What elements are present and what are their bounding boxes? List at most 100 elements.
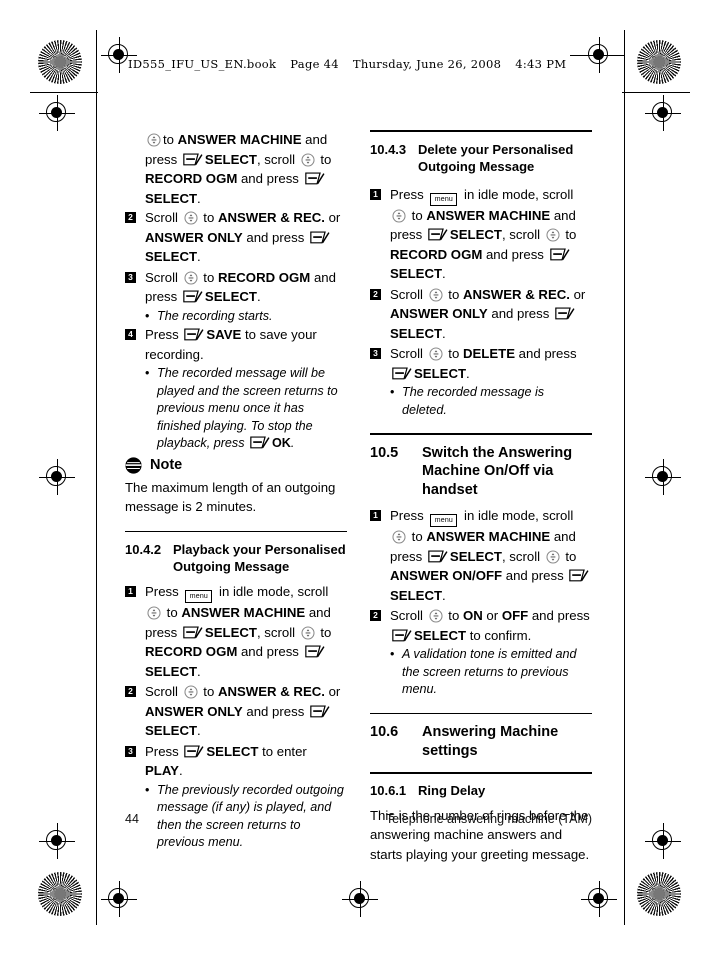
step-text: to	[316, 151, 332, 167]
heading-number: 10.4.3	[370, 141, 407, 157]
step-text: and press	[482, 246, 548, 262]
step-text: Scroll	[145, 210, 182, 225]
step-text: or	[324, 684, 341, 700]
step-text: and press	[242, 229, 308, 245]
step-text: .	[466, 365, 470, 381]
step-text: to	[316, 624, 332, 640]
step-body: Scroll to ON or OFF and press SELECT to …	[390, 606, 592, 645]
step-number-badge: 2	[370, 288, 381, 300]
emphasised-term: ON	[462, 608, 483, 624]
scroll-key-icon	[184, 211, 198, 225]
bullet-dot: •	[390, 647, 395, 662]
scroll-key-icon	[147, 606, 161, 620]
heading-10-5: 10.5 Switch the Answering Machine On/Off…	[370, 444, 592, 500]
emphasised-term: RECORD OGM	[145, 644, 238, 660]
instruction-step: 1 Press menu in idle mode, scroll to ANSW…	[370, 506, 592, 605]
emphasised-term: SELECT	[414, 627, 467, 643]
soft-key-icon	[304, 645, 325, 658]
menu-key-icon: menu	[430, 514, 458, 528]
heading-10-4-3: 10.4.3 Delete your Personalised Outgoing…	[370, 141, 592, 175]
step-text: .	[197, 663, 201, 679]
heading-text: Ring Delay	[418, 782, 486, 798]
step-text: Scroll	[145, 269, 182, 285]
heading-number: 10.4.2	[125, 542, 162, 558]
bullet-item: • The recorded message will be played an…	[145, 365, 347, 453]
step-text: to	[199, 210, 218, 225]
step-number-badge: 1	[370, 510, 381, 522]
step-text: to	[444, 346, 463, 362]
right-column: 10.4.3 Delete your Personalised Outgoing…	[370, 130, 592, 864]
step-body: Scroll to ANSWER & REC. or ANSWER ONLY a…	[390, 285, 592, 344]
step-text: and press	[528, 608, 590, 624]
note-header: Note	[125, 456, 347, 474]
emphasised-term: DELETE	[462, 346, 515, 362]
section-10-4-3-steps: 1 Press menu in idle mode, scroll to ANSW…	[370, 185, 592, 420]
step-text: to confirm.	[466, 627, 532, 643]
section-divider	[125, 530, 347, 533]
emphasised-term: SELECT	[145, 663, 198, 679]
soft-key-icon	[184, 328, 204, 341]
emphasised-term: ANSWER MACHINE	[181, 605, 306, 621]
step-body: Scroll to RECORD OGM and press SELECT.	[145, 268, 347, 307]
instruction-step: 2 Scroll to ON or OFF and press SELECT to…	[370, 606, 592, 645]
scroll-key-icon	[392, 530, 406, 544]
footer-page-number: 44	[125, 812, 139, 826]
step-body: Press menu in idle mode, scroll to ANSWE…	[145, 582, 347, 681]
scroll-key-icon	[184, 685, 198, 699]
emphasised-term: SELECT	[145, 723, 198, 739]
emphasised-term: OK	[272, 436, 291, 450]
emphasised-term: SELECT	[390, 587, 443, 603]
heading-number: 10.6.1	[370, 782, 407, 798]
menu-key-icon: menu	[185, 590, 213, 604]
step-text: or	[482, 608, 502, 624]
heading-text: Delete your Personalised Outgoing Messag…	[418, 141, 574, 174]
step-text: Press	[145, 327, 183, 342]
instruction-step: 3 Scroll to DELETE and press SELECT.	[370, 344, 592, 383]
emphasised-term: ANSWER & REC.	[462, 286, 570, 302]
step-body: Scroll to ANSWER & REC. or ANSWER ONLY a…	[145, 682, 347, 741]
bullet-text: The recorded message is deleted.	[402, 385, 545, 417]
step-text: .	[178, 763, 183, 779]
soft-key-icon	[310, 230, 330, 243]
scroll-key-icon	[184, 270, 198, 285]
step-body: Press SAVE to save your recording.	[145, 325, 347, 364]
emphasised-term: ANSWER ONLY	[145, 703, 243, 719]
section-divider	[370, 772, 592, 774]
step-text: and press	[242, 703, 308, 719]
emphasised-term: PLAY	[145, 763, 179, 779]
step-text: , scroll	[501, 548, 544, 564]
step-text: Scroll	[390, 608, 427, 624]
emphasised-term: ANSWER & REC.	[217, 684, 325, 700]
soft-key-icon	[310, 705, 330, 718]
scroll-key-icon	[546, 228, 560, 242]
step-number-badge: 1	[370, 188, 381, 200]
heading-number: 10.6	[370, 724, 399, 741]
step-text: and press	[502, 568, 568, 584]
emphasised-term: ANSWER ONLY	[145, 229, 243, 245]
step-number-badge: 2	[125, 212, 136, 223]
instruction-step: 2 Scroll to ANSWER & REC. or ANSWER ONLY …	[125, 208, 347, 267]
menu-key-icon: menu	[430, 192, 458, 206]
step-text: .	[442, 587, 446, 603]
emphasised-term: ANSWER & REC.	[217, 210, 325, 225]
emphasised-term: SELECT	[204, 289, 257, 304]
step-text: Scroll	[145, 684, 182, 700]
scroll-key-icon	[429, 288, 443, 302]
emphasised-term: SELECT	[449, 548, 502, 564]
step-text: .	[197, 190, 201, 206]
emphasised-term: ANSWER MACHINE	[426, 529, 551, 545]
note-body: The maximum length of an outgoing messag…	[125, 479, 336, 515]
step-text: Scroll	[390, 286, 427, 302]
step-text: to	[561, 227, 577, 243]
note-icon	[125, 456, 142, 474]
step-body: Press menu in idle mode, scroll to ANSWE…	[390, 506, 592, 605]
instruction-step: 2 Scroll to ANSWER & REC. or ANSWER ONLY …	[370, 285, 592, 344]
bullet-text: A validation tone is emitted and the scr…	[402, 647, 577, 697]
step-text: .	[442, 325, 446, 341]
step-text: , scroll	[256, 624, 299, 640]
step-text: , scroll	[501, 227, 544, 243]
emphasised-term: SELECT	[390, 325, 443, 341]
heading-text: Switch the Answering Machine On/Off via …	[422, 444, 573, 498]
soft-key-icon	[549, 248, 570, 261]
emphasised-term: OFF	[501, 608, 529, 624]
